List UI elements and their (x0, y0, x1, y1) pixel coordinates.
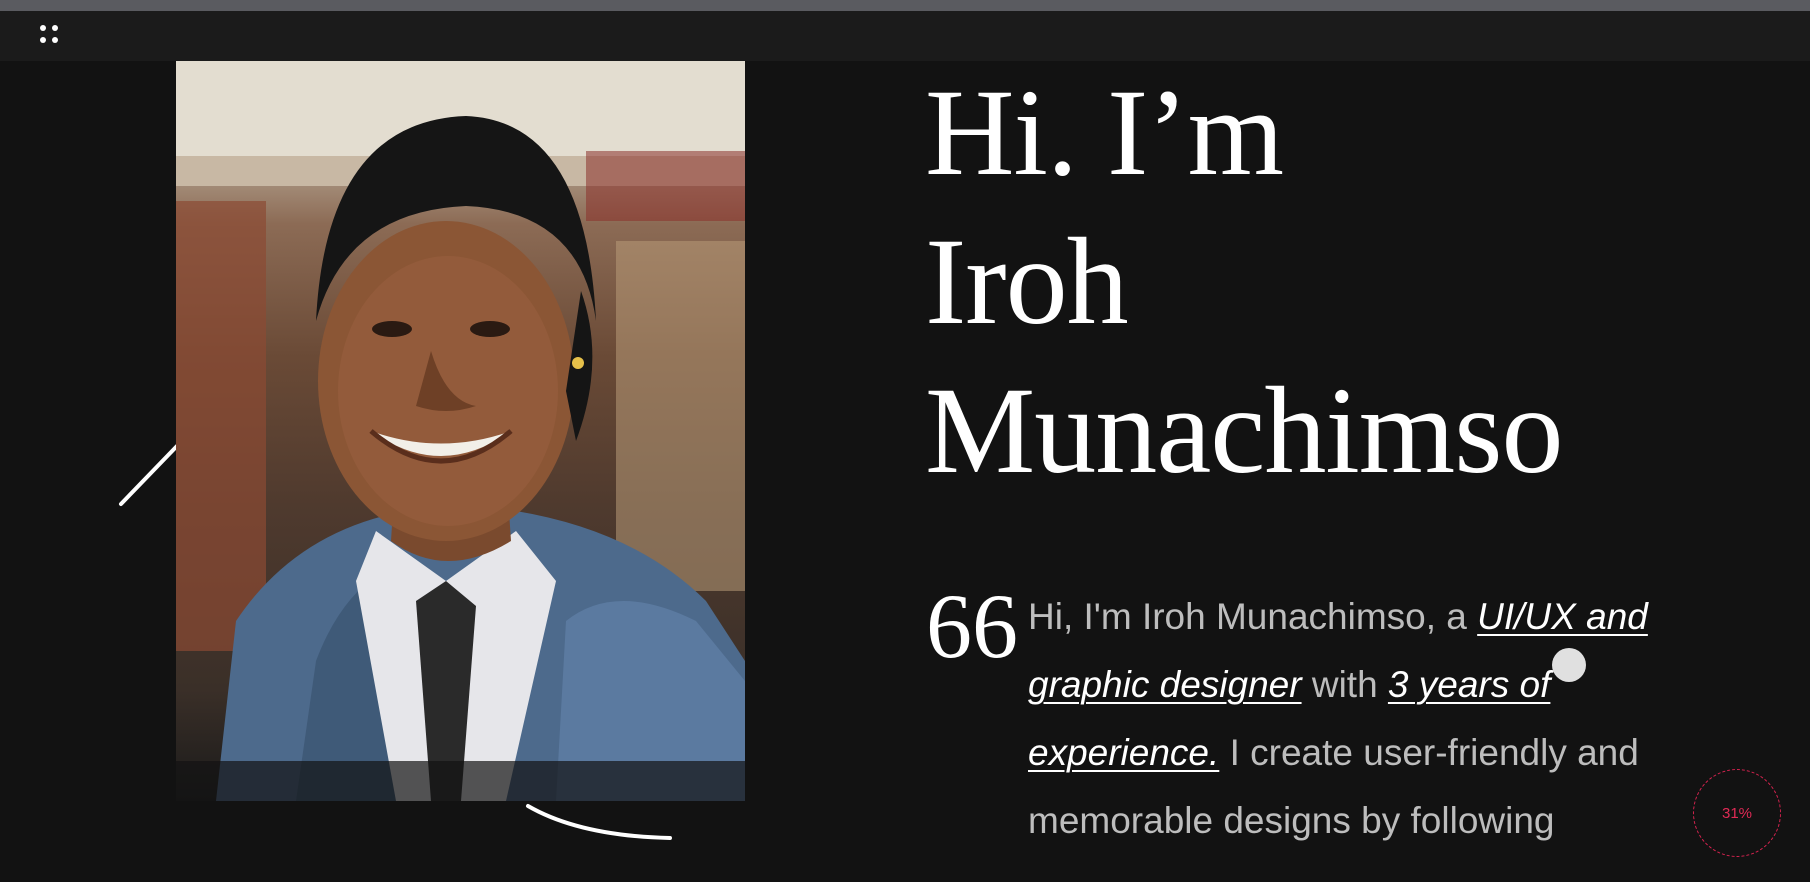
browser-top-strip (0, 0, 1810, 11)
bio-text-1: Hi, I'm Iroh Munachimso, a (1028, 596, 1478, 637)
decorative-line-left (119, 444, 179, 506)
bio-paragraph: Hi, I'm Iroh Munachimso, a UI/UX and gra… (1028, 583, 1708, 855)
top-bar (0, 11, 1810, 61)
scroll-progress-label: 31% (1721, 804, 1753, 822)
portrait-photo (176, 61, 745, 801)
scroll-progress-indicator[interactable]: 31% (1693, 769, 1781, 857)
hero-title-line-3: Munachimso (925, 362, 1563, 499)
hero-title-line-1: Hi. I’m (925, 64, 1284, 201)
hero-title: Hi. I’m Iroh Munachimso (925, 58, 1563, 505)
custom-cursor (1552, 648, 1586, 682)
decorative-arc-bottom (526, 804, 672, 840)
quote-icon: 66 (926, 575, 1018, 677)
bio-text-2: with (1301, 664, 1388, 705)
hero-title-line-2: Iroh (925, 213, 1129, 350)
menu-grid-icon[interactable] (36, 21, 64, 49)
